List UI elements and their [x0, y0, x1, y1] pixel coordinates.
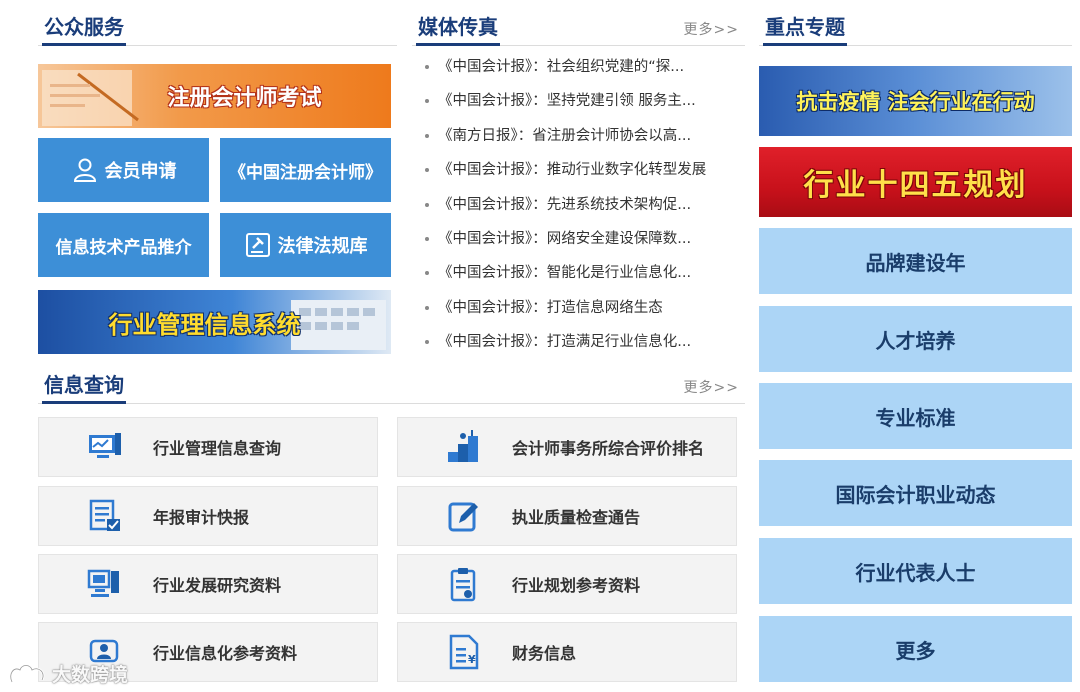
media-title: 媒体传真: [416, 15, 500, 46]
info-query-header: 信息查询 更多>>: [38, 372, 745, 404]
query-annual-audit[interactable]: 年报审计快报: [38, 486, 378, 546]
news-item[interactable]: 《中国会计报》：坚持党建引领 服务主...: [414, 84, 744, 118]
clipboard-icon: [444, 564, 484, 604]
watermark: 大数跨境: [8, 660, 128, 687]
brand-building-button[interactable]: 品牌建设年: [759, 228, 1072, 294]
industry-system-label: 行业管理信息系统: [108, 310, 301, 339]
query-development-research[interactable]: 行业发展研究资料: [38, 554, 378, 614]
news-item[interactable]: 《中国会计报》：打造满足行业信息化...: [414, 325, 744, 359]
public-services-header: 公众服务: [38, 14, 397, 46]
news-item[interactable]: 《南方日报》：省注册会计师协会以高...: [414, 119, 744, 153]
industry-representatives-button[interactable]: 行业代表人士: [759, 538, 1072, 604]
key-topics-title: 重点专题: [763, 15, 847, 46]
media-news-list: 《中国会计报》：社会组织党建的“探... 《中国会计报》：坚持党建引领 服务主.…: [414, 50, 744, 360]
news-item[interactable]: 《中国会计报》：打造信息网络生态: [414, 291, 744, 325]
svg-text:¥: ¥: [468, 653, 476, 666]
professional-standards-button[interactable]: 专业标准: [759, 383, 1072, 449]
query-finance-info[interactable]: ¥ 财务信息: [397, 622, 737, 682]
cpa-journal-label: 《中国注册会计师》: [229, 162, 382, 183]
news-item[interactable]: 《中国会计报》：推动行业数字化转型发展: [414, 153, 744, 187]
checklist-icon: [85, 496, 125, 536]
monitor-chart-icon: [85, 427, 125, 467]
key-topics-header: 重点专题: [759, 14, 1072, 46]
query-quality-inspection[interactable]: 执业质量检查通告: [397, 486, 737, 546]
ranking-stairs-icon: [444, 427, 484, 467]
news-item[interactable]: 《中国会计报》：智能化是行业信息化...: [414, 256, 744, 290]
info-query-more-link[interactable]: 更多>>: [684, 377, 739, 397]
media-more-link[interactable]: 更多>>: [684, 19, 739, 39]
edit-pencil-icon: [444, 496, 484, 536]
five-year-plan-banner[interactable]: 行业十四五规划: [759, 147, 1072, 217]
exam-banner-label: 注册会计师考试: [167, 86, 322, 111]
news-item[interactable]: 《中国会计报》：先进系统技术架构促...: [414, 188, 744, 222]
pen-paper-illustration-icon: [42, 70, 139, 126]
epidemic-banner-label: 抗击疫情 注会行业在行动: [796, 90, 1035, 114]
user-icon: [71, 156, 99, 184]
news-item[interactable]: 《中国会计报》：社会组织党建的“探...: [414, 50, 744, 84]
epidemic-banner[interactable]: 抗击疫情 注会行业在行动: [759, 66, 1072, 136]
media-header: 媒体传真 更多>>: [412, 14, 745, 46]
it-products-label: 信息技术产品推介: [55, 237, 192, 258]
talent-training-button[interactable]: 人才培养: [759, 306, 1072, 372]
law-library-label: 法律法规库: [277, 236, 368, 257]
finance-document-icon: ¥: [444, 632, 484, 672]
watermark-text: 大数跨境: [52, 664, 129, 686]
computer-icon: [85, 564, 125, 604]
public-services-title: 公众服务: [42, 15, 126, 46]
query-planning-reference[interactable]: 行业规划参考资料: [397, 554, 737, 614]
query-firm-ranking[interactable]: 会计师事务所综合评价排名: [397, 417, 737, 477]
gavel-icon: [244, 231, 272, 259]
member-apply-label: 会员申请: [104, 161, 177, 182]
cpa-journal-tile[interactable]: 《中国注册会计师》: [220, 138, 391, 202]
international-trends-button[interactable]: 国际会计职业动态: [759, 460, 1072, 526]
watermark-logo-icon: [9, 663, 45, 683]
query-industry-management[interactable]: 行业管理信息查询: [38, 417, 378, 477]
exam-banner[interactable]: 注册会计师考试: [38, 64, 391, 128]
more-topics-button[interactable]: 更多: [759, 616, 1072, 682]
member-apply-tile[interactable]: 会员申请: [38, 138, 209, 202]
law-library-tile[interactable]: 法律法规库: [220, 213, 391, 277]
industry-system-banner[interactable]: 行业管理信息系统: [38, 290, 391, 354]
it-products-tile[interactable]: 信息技术产品推介: [38, 213, 209, 277]
news-item[interactable]: 《中国会计报》：网络安全建设保障数...: [414, 222, 744, 256]
info-query-title: 信息查询: [42, 373, 126, 404]
five-year-plan-label: 行业十四五规划: [803, 168, 1028, 203]
